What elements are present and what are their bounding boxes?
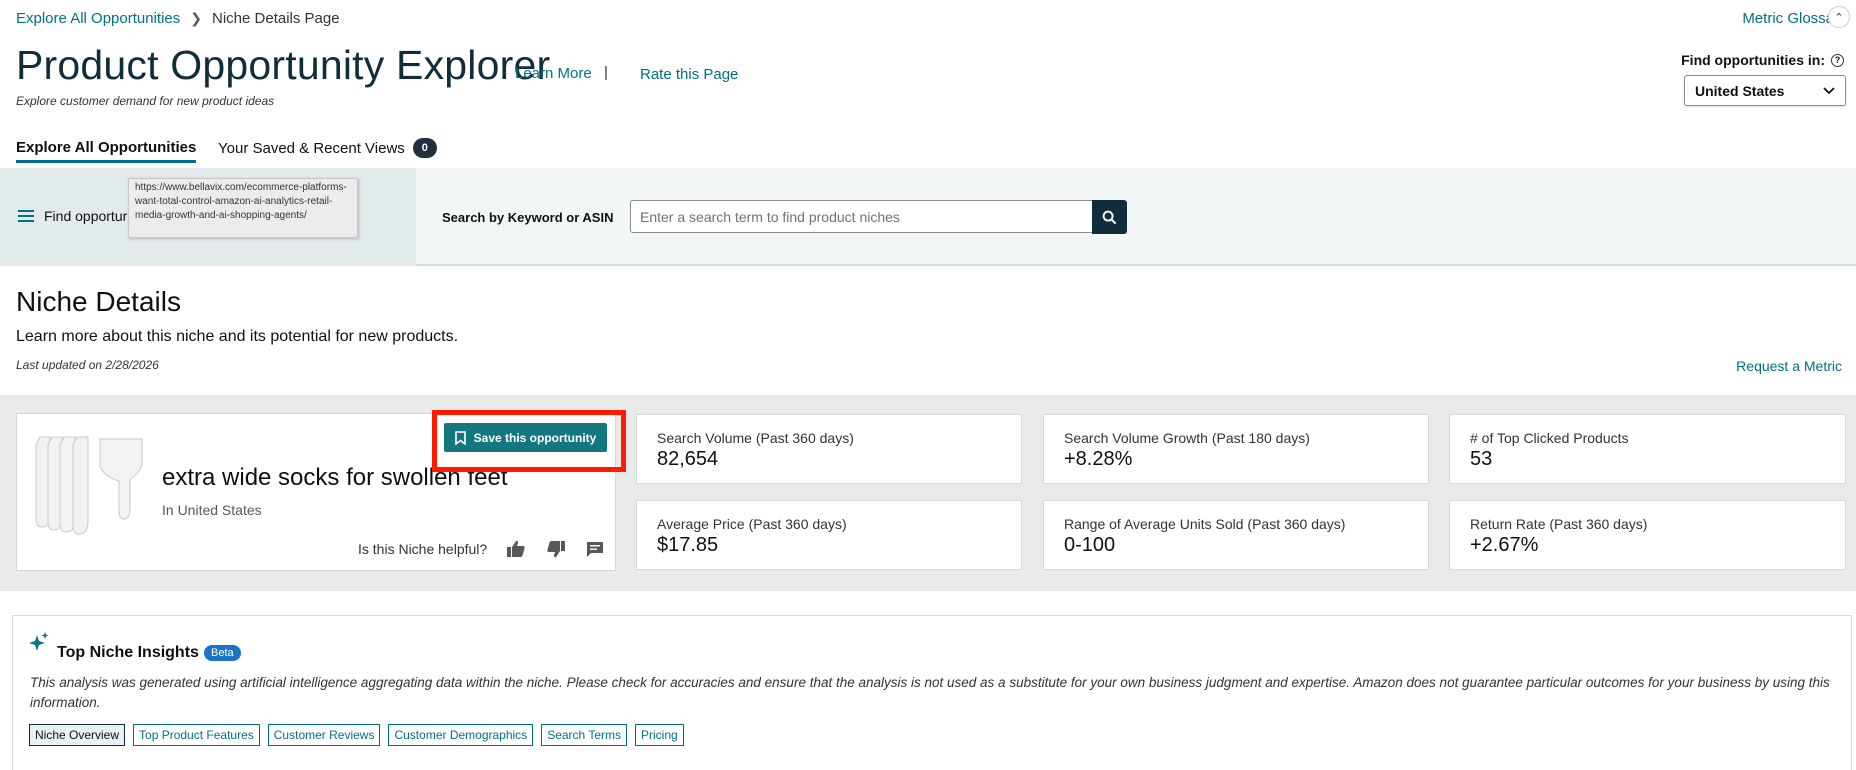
sparkle-icon xyxy=(29,632,49,651)
rate-page-link[interactable]: Rate this Page xyxy=(640,66,738,83)
thumbs-up-icon[interactable] xyxy=(505,538,527,560)
metric-label: Search Volume Growth (Past 180 days) xyxy=(1064,430,1310,446)
thumbs-down-icon[interactable] xyxy=(545,538,567,560)
search-label: Search by Keyword or ASIN xyxy=(442,210,614,225)
helpful-prompt: Is this Niche helpful? xyxy=(358,541,488,557)
metric-label: Return Rate (Past 360 days) xyxy=(1470,516,1648,532)
metric-value: 0-100 xyxy=(1064,534,1116,556)
metric-card-units-sold: Range of Average Units Sold (Past 360 da… xyxy=(1043,500,1429,570)
bookmark-icon xyxy=(454,430,466,445)
chevron-down-icon[interactable]: ⌃ xyxy=(1828,6,1850,28)
header-divider: | xyxy=(604,64,608,81)
metric-card-average-price: Average Price (Past 360 days) $17.85 xyxy=(636,500,1022,570)
insight-chips: Niche Overview Top Product Features Cust… xyxy=(29,724,684,746)
country-select[interactable]: United States xyxy=(1684,75,1846,106)
metric-card-search-volume-growth: Search Volume Growth (Past 180 days) +8.… xyxy=(1043,414,1429,484)
comment-icon[interactable] xyxy=(584,538,606,560)
chip-pricing[interactable]: Pricing xyxy=(635,724,684,746)
breadcrumb-current: Niche Details Page xyxy=(212,10,340,27)
product-image xyxy=(34,435,148,547)
learn-more-link[interactable]: Learn More xyxy=(515,65,592,82)
beta-badge: Beta xyxy=(204,645,241,661)
niche-region: In United States xyxy=(162,502,262,518)
metric-value: +2.67% xyxy=(1470,534,1539,556)
tab-saved-label: Your Saved & Recent Views xyxy=(218,139,405,157)
saved-count-badge: 0 xyxy=(412,138,437,158)
hamburger-menu-icon xyxy=(18,210,34,222)
metric-card-top-clicked-products: # of Top Clicked Products 53 xyxy=(1449,414,1846,484)
search-input[interactable] xyxy=(630,200,1092,233)
tab-explore-all[interactable]: Explore All Opportunities xyxy=(16,139,197,163)
request-metric-link[interactable]: Request a Metric xyxy=(1736,358,1842,374)
chip-niche-overview[interactable]: Niche Overview xyxy=(29,724,126,746)
metric-value: $17.85 xyxy=(657,534,719,556)
country-select-value: United States xyxy=(1695,82,1785,99)
metric-value: 82,654 xyxy=(657,448,719,470)
metric-glossary-link[interactable]: Metric Glossa xyxy=(1742,10,1834,27)
find-opportunities-filter-button[interactable]: Find opportur xyxy=(18,208,127,224)
tab-saved-recent[interactable]: Your Saved & Recent Views 0 xyxy=(218,138,437,158)
metric-label: Average Price (Past 360 days) xyxy=(657,516,847,532)
save-opportunity-label: Save this opportunity xyxy=(473,430,597,445)
insights-title: Top Niche Insights xyxy=(57,644,199,661)
breadcrumb-root-link[interactable]: Explore All Opportunities xyxy=(16,10,180,27)
chevron-right-icon: ❯ xyxy=(190,10,202,26)
metric-value: 53 xyxy=(1470,448,1493,470)
niche-details-title: Niche Details xyxy=(16,286,181,317)
metric-value: +8.28% xyxy=(1064,448,1133,470)
save-opportunity-button[interactable]: Save this opportunity xyxy=(444,423,607,452)
search-icon xyxy=(1102,210,1117,224)
metric-label: Search Volume (Past 360 days) xyxy=(657,430,854,446)
niche-details-description: Learn more about this niche and its pote… xyxy=(16,328,459,345)
chevron-down-icon xyxy=(1823,86,1835,94)
page-title: Product Opportunity Explorer xyxy=(16,42,551,88)
chip-customer-demographics[interactable]: Customer Demographics xyxy=(388,724,534,746)
last-updated-text: Last updated on 2/28/2026 xyxy=(16,358,159,372)
metric-card-return-rate: Return Rate (Past 360 days) +2.67% xyxy=(1449,500,1846,570)
metric-label: # of Top Clicked Products xyxy=(1470,430,1629,446)
search-button[interactable] xyxy=(1092,200,1127,234)
metric-card-search-volume: Search Volume (Past 360 days) 82,654 xyxy=(636,414,1022,484)
find-opportunities-text: Find opportunities in: xyxy=(1681,52,1825,68)
find-opportunities-label: Find opportunities in: ? xyxy=(1681,52,1844,68)
metric-label: Range of Average Units Sold (Past 360 da… xyxy=(1064,516,1346,532)
chip-top-product-features[interactable]: Top Product Features xyxy=(133,724,260,746)
insights-disclaimer: This analysis was generated using artifi… xyxy=(30,675,1830,710)
breadcrumb: Explore All Opportunities ❯ Niche Detail… xyxy=(16,10,340,27)
chip-search-terms[interactable]: Search Terms xyxy=(541,724,627,746)
filter-button-label: Find opportur xyxy=(44,208,128,224)
help-icon[interactable]: ? xyxy=(1831,53,1844,67)
page-subtitle: Explore customer demand for new product … xyxy=(16,94,275,108)
chip-customer-reviews[interactable]: Customer Reviews xyxy=(267,724,381,746)
url-tooltip: https://www.bellavix.com/ecommerce-platf… xyxy=(128,178,358,238)
